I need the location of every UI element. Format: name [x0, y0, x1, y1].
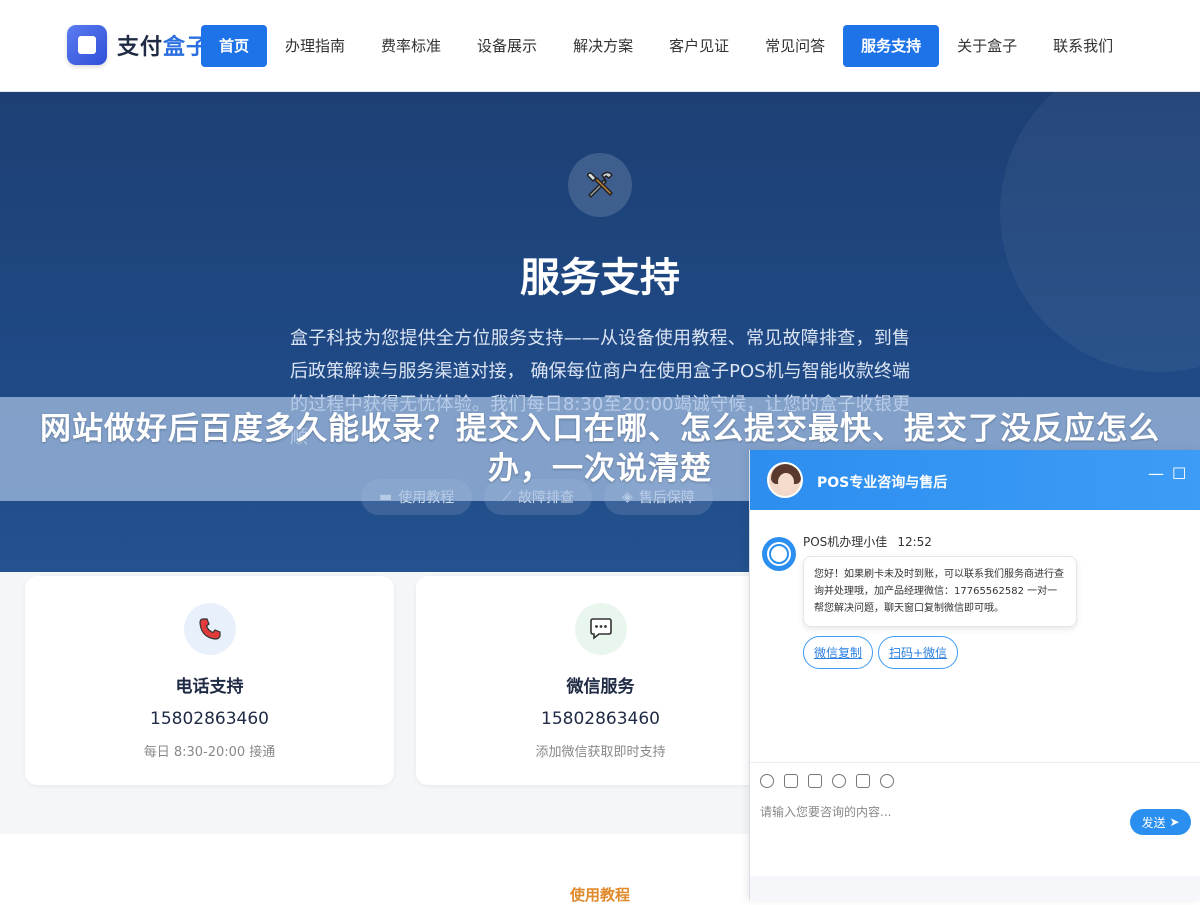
send-arrow-icon: ➤: [1169, 815, 1180, 829]
chat-icon: [575, 603, 627, 655]
nav-support[interactable]: 服务支持: [843, 25, 940, 67]
emoji-icon[interactable]: [760, 773, 774, 788]
nav-testimonials[interactable]: 客户见证: [651, 25, 747, 67]
logo-text: 支付盒子: [117, 29, 209, 61]
site-header: 支付盒子 首页 办理指南 费率标准 设备展示 解决方案 客户见证 常见问答 服务…: [0, 0, 1200, 92]
send-label: 发送: [1141, 815, 1166, 830]
chat-widget: POS专业咨询与售后 — ☐ POS机办理小佳 12:52 您好！如果刷卡未及时到…: [749, 450, 1200, 900]
chat-input[interactable]: [760, 802, 1100, 822]
voice-icon[interactable]: [856, 773, 870, 788]
nav-contact[interactable]: 联系我们: [1035, 25, 1131, 67]
agent-avatar: [762, 537, 796, 571]
logo-mark-icon: [67, 25, 107, 65]
nav-about[interactable]: 关于盒子: [939, 25, 1035, 67]
hero-title: 服务支持: [520, 255, 680, 301]
nav-guide[interactable]: 办理指南: [267, 25, 363, 67]
copy-wechat-button[interactable]: 微信复制: [803, 636, 874, 669]
minimize-icon[interactable]: —: [1148, 464, 1164, 483]
chat-footer: [750, 876, 1200, 900]
chat-avatar: [767, 462, 803, 498]
card-note: 每日 8:30-20:00 接通: [143, 745, 276, 760]
card-title: 电话支持: [175, 677, 244, 697]
hero-decoration: [1000, 92, 1200, 372]
nav-rates[interactable]: 费率标准: [363, 25, 459, 67]
main-nav: 首页 办理指南 费率标准 设备展示 解决方案 客户见证 常见问答 服务支持 关于…: [201, 25, 1131, 67]
card-title: 微信服务: [566, 677, 635, 697]
screenshot-icon[interactable]: [808, 773, 822, 788]
logo-text-a: 支付: [117, 35, 164, 60]
agent-meta: POS机办理小佳 12:52: [803, 533, 932, 550]
wechat-service-card[interactable]: 微信服务 15802863460 添加微信获取即时支持: [416, 576, 785, 785]
agent-name: POS机办理小佳: [803, 535, 888, 549]
chat-header: POS专业咨询与售后 — ☐: [750, 450, 1200, 510]
message-time: 12:52: [897, 535, 932, 549]
nav-faq[interactable]: 常见问答: [747, 25, 843, 67]
nav-home[interactable]: 首页: [201, 25, 268, 67]
scan-wechat-button[interactable]: 扫码+微信: [878, 636, 959, 669]
maximize-icon[interactable]: ☐: [1172, 464, 1186, 483]
logo[interactable]: 支付盒子: [67, 25, 209, 65]
send-button[interactable]: 发送 ➤: [1130, 809, 1191, 835]
wechat-icon[interactable]: [880, 773, 894, 788]
card-wechat-id[interactable]: 15802863460: [416, 709, 785, 729]
tools-icon: [568, 153, 632, 217]
rating-icon[interactable]: [832, 773, 846, 788]
chat-title: POS专业咨询与售后: [817, 475, 948, 491]
agent-message: 您好！如果刷卡未及时到账，可以联系我们服务商进行查询并处理哦，加产品经理微信：1…: [803, 556, 1077, 627]
card-phone-number[interactable]: 15802863460: [25, 709, 394, 729]
phone-support-card[interactable]: 电话支持 15802863460 每日 8:30-20:00 接通: [25, 576, 394, 785]
phone-icon: [184, 603, 236, 655]
nav-devices[interactable]: 设备展示: [459, 25, 555, 67]
image-icon[interactable]: [784, 773, 798, 788]
nav-solutions[interactable]: 解决方案: [555, 25, 651, 67]
card-note: 添加微信获取即时支持: [535, 745, 666, 760]
chat-toolbar: [750, 762, 1200, 798]
